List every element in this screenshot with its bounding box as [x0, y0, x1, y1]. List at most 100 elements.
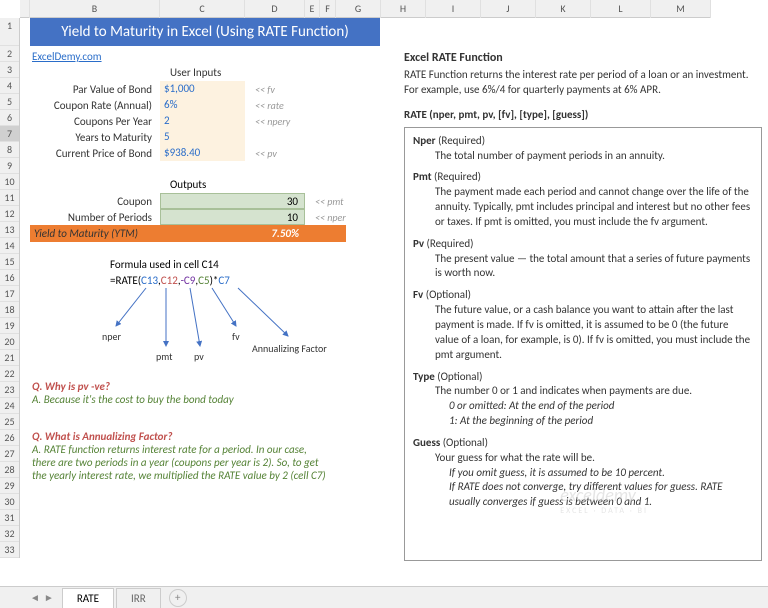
input-label: Current Price of Bond: [30, 147, 160, 160]
col-E[interactable]: E: [305, 0, 320, 18]
input-hint: << rate: [245, 99, 284, 112]
row-13[interactable]: 13: [0, 222, 19, 238]
row-19[interactable]: 19: [0, 318, 19, 334]
row-3[interactable]: 3: [0, 62, 19, 78]
qa2-a3: the yearly interest rate, we multiplied …: [32, 469, 326, 482]
rate-signature: RATE (nper, pmt, pv, [fv], [type], [gues…: [404, 108, 762, 123]
arrow-label-nper: nper: [102, 330, 121, 343]
watermark: exceldemyEXCEL · DATA · BI: [560, 484, 648, 516]
row-8[interactable]: 8: [0, 142, 19, 158]
arg-desc: The number 0 or 1 and indicates when pay…: [413, 384, 753, 399]
row-31[interactable]: 31: [0, 510, 19, 526]
arg-subdesc: If you omit guess, it is assumed to be 1…: [413, 466, 753, 481]
output-cell[interactable]: 10: [160, 209, 305, 225]
input-label: Par Value of Bond: [30, 83, 160, 96]
output-label: Number of Periods: [30, 211, 160, 224]
col-B[interactable]: B: [30, 0, 160, 18]
input-cell[interactable]: 2: [160, 113, 245, 129]
arrow-label-pv: pv: [194, 350, 204, 363]
input-cell[interactable]: 6%: [160, 97, 245, 113]
input-hint: << fv: [245, 83, 275, 96]
row-14[interactable]: 14: [0, 238, 19, 254]
row-5[interactable]: 5: [0, 94, 19, 110]
col-H[interactable]: H: [381, 0, 426, 18]
user-inputs-block: Par Value of Bond$1,000<< fvCoupon Rate …: [30, 81, 290, 161]
rate-function-title: Excel RATE Function: [404, 50, 762, 66]
row-12[interactable]: 12: [0, 206, 19, 222]
row-16[interactable]: 16: [0, 270, 19, 286]
input-label: Coupons Per Year: [30, 115, 160, 128]
row-21[interactable]: 21: [0, 350, 19, 366]
outputs-header: Outputs: [170, 178, 206, 191]
arg-desc: Your guess for what the rate will be.: [413, 451, 753, 466]
arg-name: Pv: [413, 237, 424, 250]
tab-irr[interactable]: IRR: [116, 588, 161, 608]
input-cell[interactable]: $1,000: [160, 81, 245, 97]
qa2-a1: A. RATE function returns interest rate f…: [32, 443, 326, 456]
col-F[interactable]: F: [320, 0, 336, 18]
formula-label: Formula used in cell C14: [110, 258, 219, 271]
ytm-value[interactable]: 7.50%: [160, 227, 305, 240]
row-25[interactable]: 25: [0, 414, 19, 430]
row-11[interactable]: 11: [0, 190, 19, 206]
row-9[interactable]: 9: [0, 158, 19, 174]
qa1-a: A. Because it's the cost to buy the bond…: [32, 393, 234, 406]
row-27[interactable]: 27: [0, 446, 19, 462]
row-20[interactable]: 20: [0, 334, 19, 350]
arrow-label-fv: fv: [232, 330, 240, 343]
arg-desc: The total number of payment periods in a…: [413, 149, 753, 164]
row-6[interactable]: 6: [0, 110, 19, 126]
tab-nav[interactable]: ◄►: [30, 591, 54, 604]
col-J[interactable]: J: [481, 0, 536, 18]
row-33[interactable]: 33: [0, 542, 19, 558]
row-29[interactable]: 29: [0, 478, 19, 494]
ytm-label: Yield to Maturity (YTM): [30, 227, 160, 240]
col-I[interactable]: I: [426, 0, 481, 18]
row-7[interactable]: 7: [0, 126, 19, 142]
col-A[interactable]: [20, 0, 30, 18]
row-18[interactable]: 18: [0, 302, 19, 318]
col-K[interactable]: K: [536, 0, 591, 18]
rate-desc2: For example, use 6%/4 for quarterly paym…: [404, 83, 762, 98]
row-23[interactable]: 23: [0, 382, 19, 398]
row-4[interactable]: 4: [0, 78, 19, 94]
row-17[interactable]: 17: [0, 286, 19, 302]
input-hint: << npery: [245, 115, 290, 128]
output-hint: << nper: [305, 211, 346, 224]
add-sheet-button[interactable]: +: [169, 589, 187, 607]
row-15[interactable]: 15: [0, 254, 19, 270]
row-26[interactable]: 26: [0, 430, 19, 446]
worksheet-content: Yield to Maturity in Excel (Using RATE F…: [20, 18, 768, 586]
row-32[interactable]: 32: [0, 526, 19, 542]
output-cell[interactable]: 30: [160, 193, 305, 209]
arg-subdesc: 1: At the beginning of the period: [413, 414, 753, 429]
qa2-a2: there are two periods in a year (coupons…: [32, 456, 326, 469]
output-hint: << pmt: [305, 195, 344, 208]
input-cell[interactable]: $938.40: [160, 145, 245, 161]
arrow-label-annualizing: Annualizing Factor: [252, 342, 327, 355]
row-22[interactable]: 22: [0, 366, 19, 382]
col-M[interactable]: M: [651, 0, 711, 18]
col-D[interactable]: D: [245, 0, 305, 18]
source-link[interactable]: ExcelDemy.com: [32, 50, 102, 63]
row-28[interactable]: 28: [0, 462, 19, 478]
row-30[interactable]: 30: [0, 494, 19, 510]
qa2-q: Q. What is Annualizing Factor?: [32, 430, 326, 443]
input-label: Years to Maturity: [30, 131, 160, 144]
col-C[interactable]: C: [160, 0, 245, 18]
col-L[interactable]: L: [591, 0, 651, 18]
qa2: Q. What is Annualizing Factor? A. RATE f…: [32, 430, 326, 482]
input-hint: << pv: [245, 147, 277, 160]
arg-name: Guess: [413, 436, 440, 449]
row-1[interactable]: 1: [0, 18, 19, 46]
row-2[interactable]: 2: [0, 46, 19, 62]
qa1: Q. Why is pv -ve? A. Because it's the co…: [32, 380, 234, 406]
tab-rate[interactable]: RATE: [62, 588, 114, 608]
col-G[interactable]: G: [336, 0, 381, 18]
row-24[interactable]: 24: [0, 398, 19, 414]
arg-name: Type: [413, 370, 435, 383]
input-cell[interactable]: 5: [160, 129, 245, 145]
arg-desc: The payment made each period and cannot …: [413, 185, 753, 230]
row-10[interactable]: 10: [0, 174, 19, 190]
arrow-label-pmt: pmt: [156, 350, 173, 363]
